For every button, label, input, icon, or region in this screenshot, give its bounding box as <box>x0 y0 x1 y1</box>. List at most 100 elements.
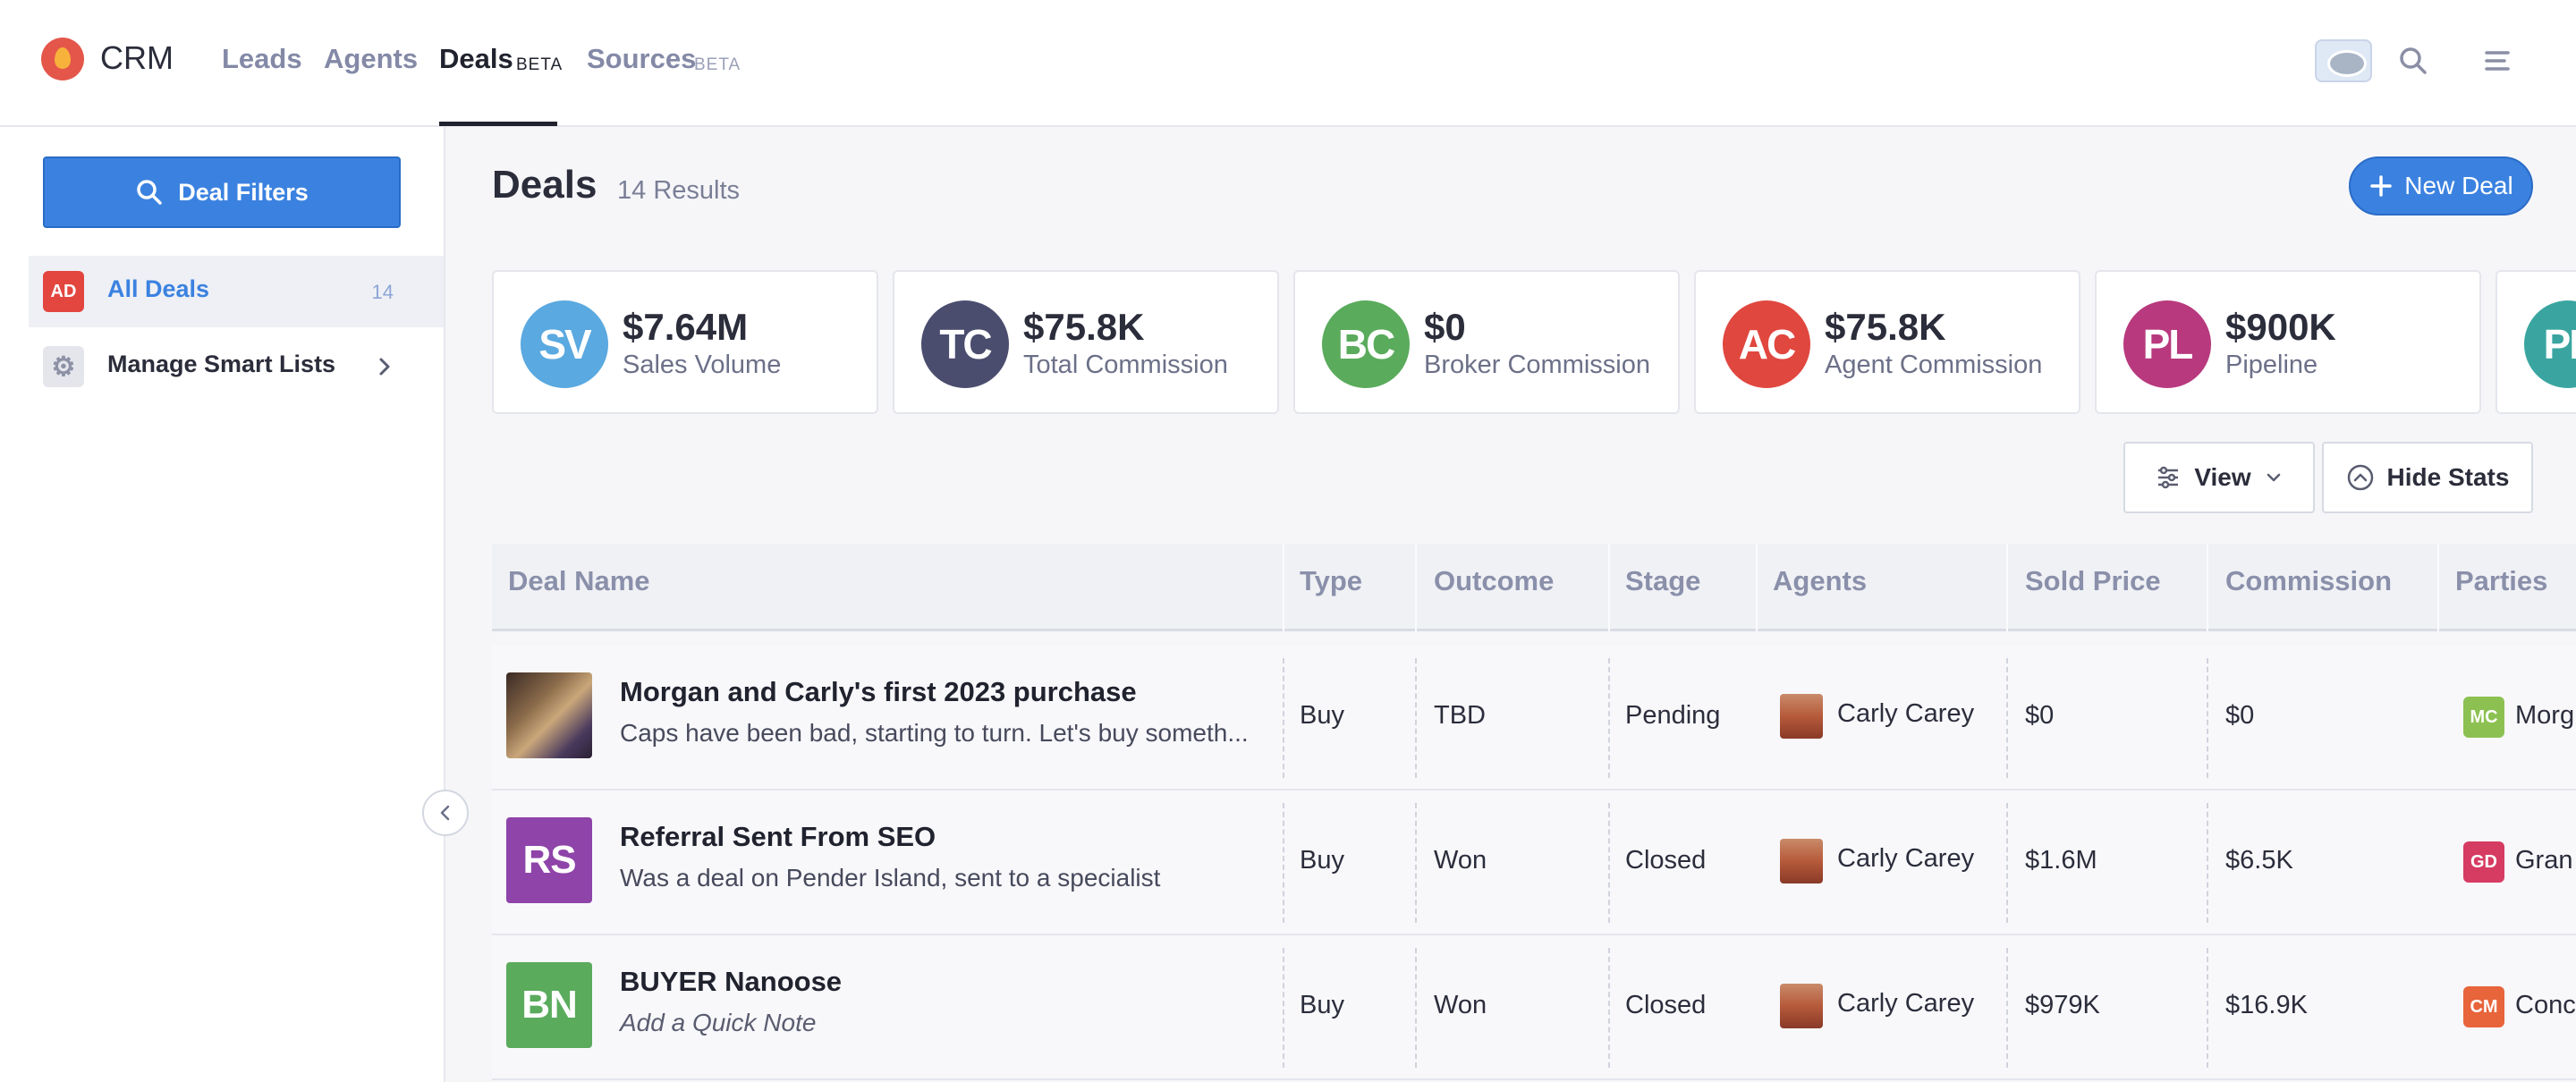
agent-name[interactable]: Carly Carey <box>1837 989 1974 1019</box>
cell-divider <box>1608 803 1610 923</box>
chevron-down-icon <box>2267 473 2280 482</box>
stat-card-partial: PL <box>2496 270 2576 414</box>
nav-deals[interactable]: Deals <box>439 43 513 75</box>
sold-price[interactable]: $979K <box>2025 991 2100 1020</box>
column-header-sold-price[interactable]: Sold Price <box>2025 565 2161 597</box>
crm-logo-icon[interactable] <box>41 38 84 80</box>
cell-divider <box>1415 658 1417 778</box>
column-header-type[interactable]: Type <box>1300 565 1362 597</box>
sidebar-item-all-deals[interactable]: AD All Deals 14 <box>29 256 444 327</box>
new-deal-label: New Deal <box>2404 172 2513 199</box>
deal-note[interactable]: Was a deal on Pender Island, sent to a s… <box>620 864 1160 892</box>
page-title: Deals <box>492 163 597 207</box>
column-divider <box>1283 544 1284 631</box>
deal-title[interactable]: Morgan and Carly's first 2023 purchase <box>620 676 1137 708</box>
column-header-agents[interactable]: Agents <box>1773 565 1867 597</box>
active-tab-indicator <box>439 122 557 126</box>
cell-divider <box>1415 803 1417 923</box>
deal-stage[interactable]: Closed <box>1625 846 1706 875</box>
sidebar-item-manage-smart-lists[interactable]: ⚙ Manage Smart Lists <box>29 331 444 402</box>
menu-icon[interactable] <box>2479 43 2515 79</box>
column-header-deal-name[interactable]: Deal Name <box>508 565 650 597</box>
stat-label: Sales Volume <box>623 351 782 379</box>
deal-stage[interactable]: Closed <box>1625 991 1706 1020</box>
commission[interactable]: $0 <box>2225 701 2254 731</box>
sold-price[interactable]: $1.6M <box>2025 846 2097 875</box>
deal-type[interactable]: Buy <box>1300 846 1344 875</box>
cell-divider <box>2006 658 2008 778</box>
column-divider <box>1415 544 1417 631</box>
stat-avatar: PL <box>2123 300 2211 388</box>
party-name[interactable]: Gran <box>2515 846 2572 875</box>
sold-price[interactable]: $0 <box>2025 701 2054 731</box>
deal-outcome[interactable]: Won <box>1434 846 1487 875</box>
deal-filters-label: Deal Filters <box>178 178 309 206</box>
agent-name[interactable]: Carly Carey <box>1837 844 1974 874</box>
deal-initials-avatar: BN <box>506 962 592 1048</box>
table-row[interactable]: RS Referral Sent From SEO Was a deal on … <box>492 790 2576 935</box>
chevron-right-icon <box>379 358 390 376</box>
sidebar-item-label: Manage Smart Lists <box>107 351 336 377</box>
stat-label: Broker Commission <box>1424 351 1650 379</box>
deal-title[interactable]: BUYER Nanoose <box>620 966 842 998</box>
results-count: 14 Results <box>617 176 741 205</box>
nav-leads[interactable]: Leads <box>222 43 302 75</box>
cell-divider <box>2006 803 2008 923</box>
party-name[interactable]: Morg <box>2515 701 2574 731</box>
stat-value: $75.8K <box>1023 306 1145 348</box>
deal-filters-button[interactable]: Deal Filters <box>43 156 401 228</box>
stat-card-pipeline: PL $900K Pipeline <box>2095 270 2481 414</box>
agent-name[interactable]: Carly Carey <box>1837 699 1974 729</box>
nav-sources[interactable]: Sources <box>587 43 696 75</box>
view-dropdown[interactable]: View <box>2123 442 2315 513</box>
view-label: View <box>2194 463 2251 491</box>
stat-avatar: PL <box>2524 300 2576 388</box>
party-badge: GD <box>2463 841 2504 883</box>
cell-divider <box>2006 948 2008 1068</box>
deals-table: Deal Name Type Outcome Stage Agents Sold… <box>492 544 2576 1082</box>
hide-stats-button[interactable]: Hide Stats <box>2322 442 2533 513</box>
stat-avatar: BC <box>1322 300 1410 388</box>
party-name[interactable]: Conc <box>2515 991 2576 1020</box>
stat-value: $75.8K <box>1825 306 1946 348</box>
user-avatar[interactable] <box>2315 39 2372 82</box>
column-header-parties[interactable]: Parties <box>2455 565 2547 597</box>
cell-divider <box>1283 658 1284 778</box>
nav-agents[interactable]: Agents <box>324 43 418 75</box>
table-header: Deal Name Type Outcome Stage Agents Sold… <box>492 544 2576 631</box>
deal-note[interactable]: Caps have been bad, starting to turn. Le… <box>620 719 1249 748</box>
cell-divider <box>1608 658 1610 778</box>
deal-stage[interactable]: Pending <box>1625 701 1720 731</box>
column-header-stage[interactable]: Stage <box>1625 565 1700 597</box>
stat-value: $900K <box>2225 306 2336 348</box>
nav-deals-beta-badge: BETA <box>516 55 564 74</box>
deal-title[interactable]: Referral Sent From SEO <box>620 821 936 853</box>
cell-divider <box>1415 948 1417 1068</box>
commission[interactable]: $6.5K <box>2225 846 2293 875</box>
agent-avatar <box>1780 984 1823 1028</box>
stat-avatar: SV <box>521 300 608 388</box>
stat-avatar: AC <box>1723 300 1810 388</box>
new-deal-button[interactable]: New Deal <box>2349 156 2533 216</box>
table-row[interactable]: BN BUYER Nanoose Add a Quick Note Buy Wo… <box>492 935 2576 1080</box>
commission[interactable]: $16.9K <box>2225 991 2308 1020</box>
search-icon[interactable] <box>2395 43 2431 79</box>
collapse-sidebar-button[interactable] <box>422 790 469 836</box>
column-divider <box>2207 544 2208 631</box>
column-divider <box>2006 544 2008 631</box>
stat-card-broker-commission: BC $0 Broker Commission <box>1293 270 1680 414</box>
cell-divider <box>1283 803 1284 923</box>
table-row[interactable]: Morgan and Carly's first 2023 purchase C… <box>492 646 2576 790</box>
deal-type[interactable]: Buy <box>1300 701 1344 731</box>
brand-name[interactable]: CRM <box>100 39 174 77</box>
agent-avatar <box>1780 839 1823 883</box>
stat-card-agent-commission: AC $75.8K Agent Commission <box>1694 270 2080 414</box>
column-header-outcome[interactable]: Outcome <box>1434 565 1554 597</box>
add-quick-note-link[interactable]: Add a Quick Note <box>620 1009 816 1037</box>
agent-avatar <box>1780 694 1823 739</box>
deal-type[interactable]: Buy <box>1300 991 1344 1020</box>
nav-sources-beta-badge: BETA <box>694 55 741 74</box>
deal-outcome[interactable]: TBD <box>1434 701 1486 731</box>
deal-outcome[interactable]: Won <box>1434 991 1487 1020</box>
column-header-commission[interactable]: Commission <box>2225 565 2392 597</box>
